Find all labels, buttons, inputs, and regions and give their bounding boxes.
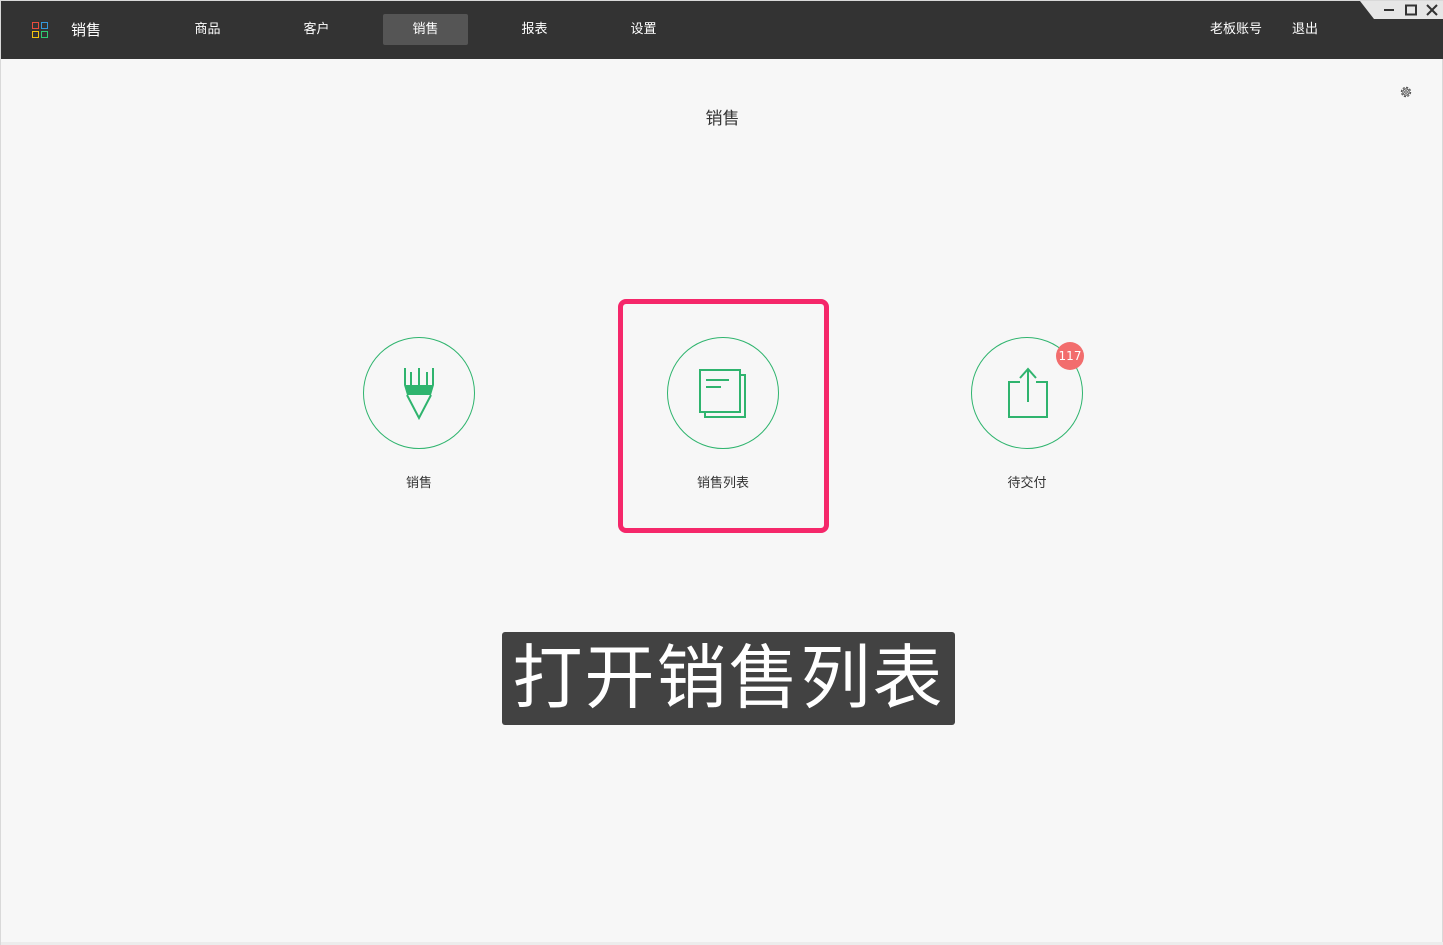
tile-sales-label: 销售	[405, 476, 432, 491]
window-controls	[1360, 1, 1443, 19]
nav-item-settings[interactable]: 设置	[601, 14, 686, 45]
page-title: 销售	[705, 109, 740, 129]
tile-pending-delivery[interactable]: 待交付	[947, 337, 1107, 507]
close-icon[interactable]	[1423, 2, 1441, 18]
pencil-icon	[404, 368, 434, 421]
tile-sales-circle	[363, 337, 475, 449]
app-title: 销售	[71, 21, 102, 39]
tile-pending-delivery-label: 待交付	[1007, 476, 1047, 491]
pending-count-badge: 117	[1056, 342, 1084, 370]
nav-item-goods[interactable]: 商品	[165, 14, 250, 45]
boss-account-link[interactable]: 老板账号	[1210, 20, 1262, 40]
instruction-caption: 打开销售列表	[502, 632, 955, 725]
maximize-icon[interactable]	[1402, 2, 1420, 18]
tile-sales[interactable]: 销售	[339, 337, 499, 507]
nav-item-sales[interactable]: 销售	[383, 14, 468, 45]
logout-link[interactable]: 退出	[1292, 20, 1318, 40]
top-navigation-bar: 销售 商品 客户 销售 报表 设置 老板账号 退出	[1, 1, 1443, 59]
minimize-icon[interactable]	[1380, 2, 1398, 18]
nav-item-customers[interactable]: 客户	[274, 14, 359, 45]
highlight-frame	[618, 299, 829, 533]
nav-item-reports[interactable]: 报表	[492, 14, 577, 45]
app-grid-icon[interactable]	[32, 22, 48, 38]
gear-icon[interactable]	[1398, 84, 1414, 100]
